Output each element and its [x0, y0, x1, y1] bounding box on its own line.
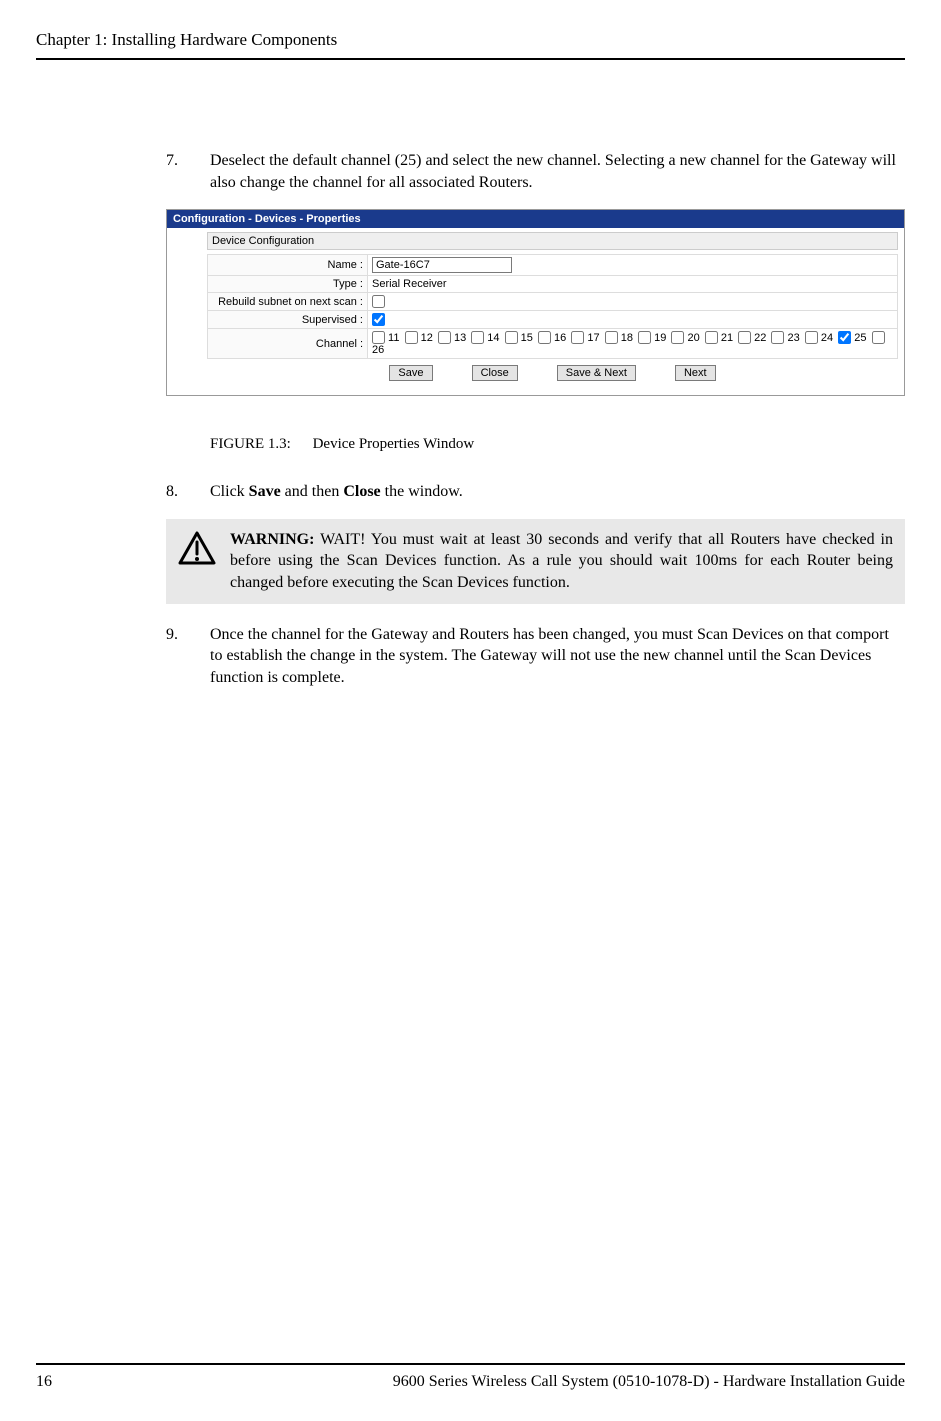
document-title: 9600 Series Wireless Call System (0510-1…	[393, 1373, 905, 1391]
channel-option-18[interactable]: 18	[605, 332, 636, 344]
name-label: Name :	[208, 255, 368, 276]
warning-callout: WARNING: WAIT! You must wait at least 30…	[166, 519, 905, 604]
channel-label: Channel :	[208, 329, 368, 359]
channel-option-13[interactable]: 13	[438, 332, 469, 344]
close-button[interactable]: Close	[472, 365, 518, 381]
type-value: Serial Receiver	[368, 276, 898, 293]
page-footer: 16 9600 Series Wireless Call System (051…	[36, 1363, 905, 1391]
device-properties-figure: Configuration - Devices - Properties Dev…	[166, 209, 905, 396]
channel-option-14[interactable]: 14	[471, 332, 502, 344]
channel-option-20[interactable]: 20	[671, 332, 702, 344]
channel-checkbox-15[interactable]	[505, 331, 518, 344]
channel-checkbox-11[interactable]	[372, 331, 385, 344]
warning-icon	[178, 531, 216, 594]
rebuild-label: Rebuild subnet on next scan :	[208, 293, 368, 311]
channel-option-23[interactable]: 23	[771, 332, 802, 344]
channel-option-22[interactable]: 22	[738, 332, 769, 344]
figure-caption: FIGURE 1.3: Device Properties Window	[166, 436, 905, 453]
type-label: Type :	[208, 276, 368, 293]
channel-option-16[interactable]: 16	[538, 332, 569, 344]
channel-checkbox-24[interactable]	[805, 331, 818, 344]
channel-checkbox-18[interactable]	[605, 331, 618, 344]
warning-label: WARNING:	[230, 531, 314, 548]
channel-option-25[interactable]: 25	[838, 332, 869, 344]
channel-checkbox-17[interactable]	[571, 331, 584, 344]
channel-option-12[interactable]: 12	[405, 332, 436, 344]
channel-option-21[interactable]: 21	[705, 332, 736, 344]
channel-checkbox-16[interactable]	[538, 331, 551, 344]
page-number: 16	[36, 1373, 52, 1391]
channel-checkbox-23[interactable]	[771, 331, 784, 344]
save-button[interactable]: Save	[389, 365, 432, 381]
chapter-header: Chapter 1: Installing Hardware Component…	[36, 30, 905, 60]
rebuild-checkbox[interactable]	[372, 295, 385, 308]
config-window: Configuration - Devices - Properties Dev…	[166, 209, 905, 396]
step-number-8: 8.	[166, 481, 210, 503]
supervised-checkbox[interactable]	[372, 313, 385, 326]
channel-option-19[interactable]: 19	[638, 332, 669, 344]
next-button[interactable]: Next	[675, 365, 716, 381]
page-content: 7. Deselect the default channel (25) and…	[36, 150, 905, 688]
channel-checkbox-12[interactable]	[405, 331, 418, 344]
warning-text: WAIT! You must wait at least 30 seconds …	[230, 531, 893, 591]
channel-checkbox-21[interactable]	[705, 331, 718, 344]
step-text-7: Deselect the default channel (25) and se…	[210, 150, 905, 193]
channel-option-15[interactable]: 15	[505, 332, 536, 344]
window-titlebar: Configuration - Devices - Properties	[167, 210, 904, 228]
channel-checkbox-22[interactable]	[738, 331, 751, 344]
step-number-9: 9.	[166, 624, 210, 689]
name-input[interactable]	[372, 257, 512, 273]
step-text-9: Once the channel for the Gateway and Rou…	[210, 624, 905, 689]
channel-checkbox-19[interactable]	[638, 331, 651, 344]
section-title: Device Configuration	[207, 232, 898, 250]
step-number-7: 7.	[166, 150, 210, 193]
channel-options: 11 12 13 14 15 16 17 18 19 20 21 22 23 2…	[368, 329, 898, 359]
channel-option-11[interactable]: 11	[372, 332, 403, 344]
channel-checkbox-14[interactable]	[471, 331, 484, 344]
figure-title: Device Properties Window	[313, 436, 475, 452]
supervised-label: Supervised :	[208, 311, 368, 329]
channel-option-24[interactable]: 24	[805, 332, 836, 344]
save-next-button[interactable]: Save & Next	[557, 365, 636, 381]
channel-checkbox-20[interactable]	[671, 331, 684, 344]
channel-option-17[interactable]: 17	[571, 332, 602, 344]
channel-checkbox-13[interactable]	[438, 331, 451, 344]
properties-table: Name : Type : Serial Receiver Rebuild su…	[207, 254, 898, 359]
figure-number: FIGURE 1.3:	[210, 436, 291, 452]
step-text-8: Click Save and then Close the window.	[210, 481, 905, 503]
channel-checkbox-26[interactable]	[872, 331, 885, 344]
channel-checkbox-25[interactable]	[838, 331, 851, 344]
